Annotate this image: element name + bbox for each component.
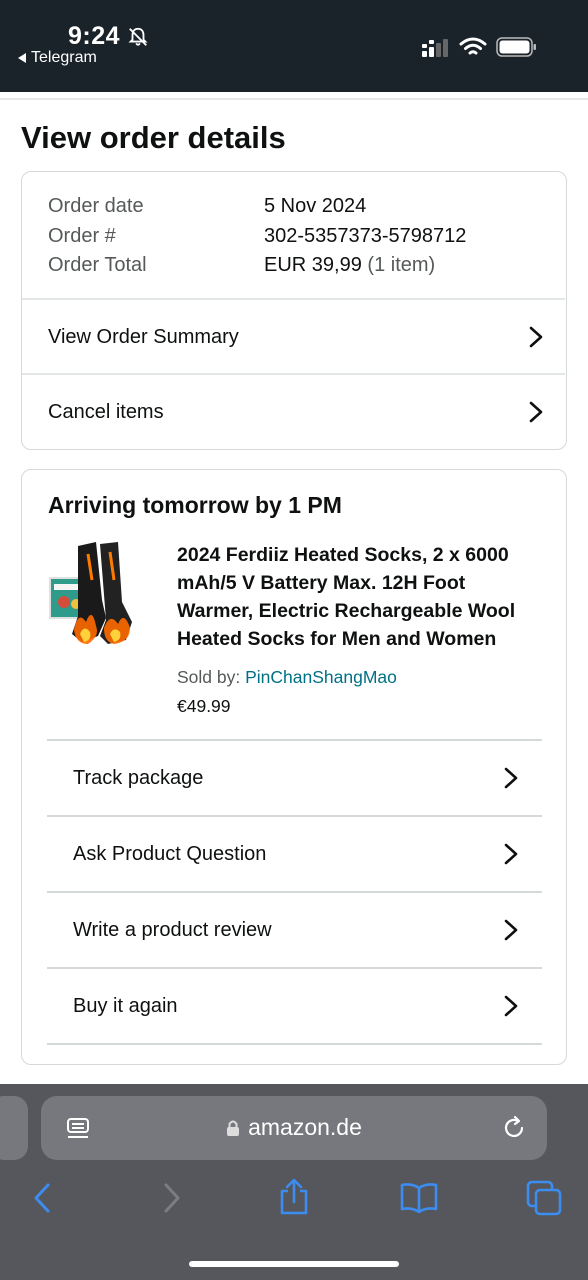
browser-toolbar: amazon.de bbox=[0, 1084, 588, 1280]
order-info-list: Order date 5 Nov 2024 Order # 302-535737… bbox=[48, 192, 466, 281]
back-app-label: Telegram bbox=[31, 49, 97, 66]
back-arrow-icon bbox=[18, 53, 26, 63]
order-number-row: Order # 302-5357373-5798712 bbox=[48, 222, 466, 252]
write-review-label: Write a product review bbox=[73, 918, 272, 941]
order-number-value: 302-5357373-5798712 bbox=[264, 224, 467, 247]
address-bar[interactable]: amazon.de bbox=[41, 1096, 547, 1160]
track-package-link[interactable]: Track package bbox=[73, 741, 519, 815]
cancel-items-label: Cancel items bbox=[48, 400, 164, 423]
order-date-value: 5 Nov 2024 bbox=[264, 195, 367, 217]
delivery-status: Arriving tomorrow by 1 PM bbox=[48, 492, 342, 518]
signal-icon bbox=[422, 39, 448, 57]
chevron-right-icon bbox=[529, 401, 543, 423]
order-date-row: Order date 5 Nov 2024 bbox=[48, 192, 466, 222]
reload-icon[interactable] bbox=[501, 1115, 527, 1141]
wifi-icon bbox=[459, 37, 487, 55]
tabs-icon[interactable] bbox=[526, 1180, 562, 1216]
order-number-label: Order # bbox=[48, 224, 116, 247]
chevron-right-icon bbox=[504, 843, 518, 865]
home-indicator bbox=[189, 1261, 399, 1267]
url-display: amazon.de bbox=[41, 1114, 547, 1141]
ask-product-question-label: Ask Product Question bbox=[73, 842, 267, 865]
chevron-right-icon bbox=[529, 326, 543, 348]
order-date-label: Order date bbox=[48, 195, 144, 217]
product-title-link[interactable]: 2024 Ferdiiz Heated Socks, 2 x 6000 mAh/… bbox=[177, 541, 542, 653]
bell-slash-icon bbox=[128, 27, 148, 46]
product-price: €49.99 bbox=[177, 696, 231, 716]
order-item-count: (1 item) bbox=[367, 254, 436, 276]
status-bar: 9:24 Telegram bbox=[0, 0, 588, 92]
track-package-label: Track package bbox=[73, 766, 204, 789]
view-order-summary-label: View Order Summary bbox=[48, 325, 239, 348]
buy-it-again-link[interactable]: Buy it again bbox=[73, 969, 519, 1043]
page-title: View order details bbox=[21, 120, 286, 155]
product-image[interactable] bbox=[48, 540, 144, 650]
share-icon[interactable] bbox=[278, 1178, 310, 1216]
chevron-right-icon bbox=[504, 767, 518, 789]
back-to-app-link[interactable]: Telegram bbox=[18, 49, 97, 67]
seller-link[interactable]: PinChanShangMao bbox=[245, 667, 397, 687]
ask-product-question-link[interactable]: Ask Product Question bbox=[73, 817, 519, 891]
order-total-label: Order Total bbox=[48, 254, 147, 276]
page-content: View order details Order date 5 Nov 2024… bbox=[0, 92, 588, 1084]
status-time: 9:24 bbox=[68, 22, 121, 50]
bookmarks-icon[interactable] bbox=[400, 1182, 438, 1214]
chevron-right-icon bbox=[504, 919, 518, 941]
header-divider bbox=[0, 98, 588, 100]
order-total-value: EUR 39,99 (1 item) bbox=[264, 251, 435, 281]
sold-by-label: Sold by: bbox=[177, 667, 246, 687]
chevron-right-icon bbox=[504, 995, 518, 1017]
order-info-card: Order date 5 Nov 2024 Order # 302-535737… bbox=[21, 171, 567, 450]
cancel-items-link[interactable]: Cancel items bbox=[48, 375, 544, 449]
previous-tab-preview[interactable] bbox=[0, 1096, 28, 1160]
back-icon[interactable] bbox=[32, 1182, 54, 1214]
write-review-link[interactable]: Write a product review bbox=[73, 893, 519, 967]
view-order-summary-link[interactable]: View Order Summary bbox=[48, 300, 544, 374]
buy-it-again-label: Buy it again bbox=[73, 994, 178, 1017]
order-total-amount: EUR 39,99 bbox=[264, 254, 362, 276]
divider bbox=[47, 1043, 542, 1045]
sold-by: Sold by: PinChanShangMao bbox=[177, 667, 397, 688]
shipment-card: Arriving tomorrow by 1 PM 2024 Ferdiiz H… bbox=[21, 469, 567, 1065]
battery-icon bbox=[496, 37, 536, 57]
order-total-row: Order Total EUR 39,99 (1 item) bbox=[48, 251, 466, 281]
lock-icon bbox=[227, 1120, 240, 1136]
forward-icon[interactable] bbox=[160, 1182, 182, 1214]
url-text: amazon.de bbox=[248, 1114, 362, 1140]
